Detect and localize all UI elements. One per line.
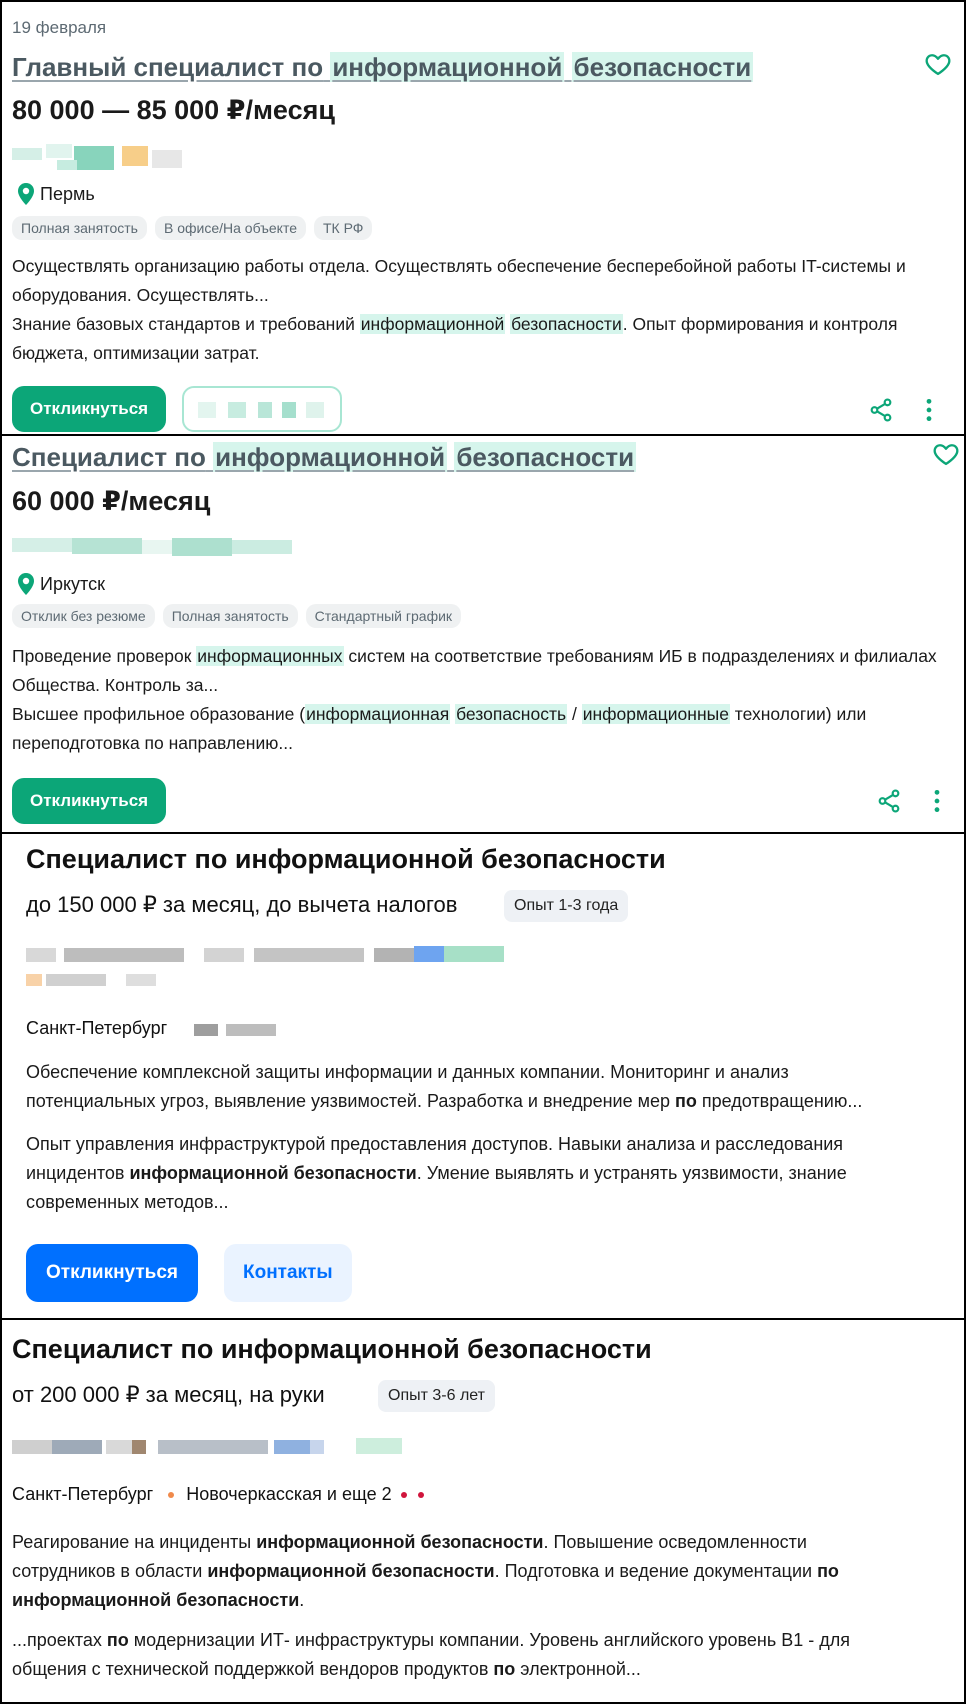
respond-button[interactable]: Откликнуться [26, 1244, 198, 1302]
desc-line: Высшее профильное образование (информаци… [12, 704, 867, 724]
title-highlight: безопасности [454, 442, 637, 472]
contacts-button[interactable]: Контакты [224, 1244, 352, 1302]
desc-line: общения с технической поддержкой вендоро… [12, 1659, 641, 1679]
salary: 60 000 ₽/месяц [12, 486, 211, 516]
metro-station[interactable]: Новочеркасская и еще 2 [186, 1484, 391, 1504]
contacts-button-blurred[interactable] [182, 386, 342, 432]
vacancy-card-4: Специалист по информационной безопасност… [0, 1318, 966, 1704]
salary: до 150 000 ₽ за месяц, до вычета налогов [26, 892, 458, 917]
metro-line-dot [168, 1492, 175, 1499]
vacancy-description: Проведение проверок информационных систе… [12, 642, 960, 758]
vacancy-title[interactable]: Специалист по информационной безопасност… [12, 1334, 652, 1365]
city: Санкт-Петербург [12, 1484, 154, 1504]
more-vertical-icon[interactable] [916, 397, 942, 423]
desc-line: информационной безопасности. [12, 1590, 305, 1610]
company-name-blurred[interactable] [26, 946, 526, 994]
desc-line: Знание базовых стандартов и требований и… [12, 314, 898, 334]
desc-line: бюджета, оптимизации затрат. [12, 343, 260, 363]
desc-line: инцидентов информационной безопасности. … [26, 1163, 847, 1183]
city: Санкт-Петербург [26, 1018, 168, 1038]
desc-line: Общества. Контроль за... [12, 675, 219, 695]
experience-badge: Опыт 3-6 лет [378, 1380, 495, 1412]
location-line: Санкт-Петербург Новочеркасская и еще 2 [12, 1484, 424, 1505]
tag: Полная занятость [12, 216, 147, 240]
desc-line: сотрудников в области информационной без… [12, 1561, 839, 1581]
metro-line-dot [400, 1492, 407, 1499]
company-logo-blurred[interactable] [12, 144, 184, 174]
desc-line: Опыт управления инфраструктурой предоста… [26, 1134, 844, 1154]
map-pin-icon [18, 573, 34, 595]
vacancy-requirements: Опыт управления инфраструктурой предоста… [26, 1130, 956, 1217]
tags: Полная занятость В офисе/На объекте ТК Р… [12, 216, 373, 240]
vacancy-description: Осуществлять организацию работы отдела. … [12, 252, 960, 368]
city: Иркутск [40, 574, 105, 594]
experience-badge: Опыт 1-3 года [504, 890, 629, 922]
more-vertical-icon[interactable] [924, 788, 950, 814]
address-blurred [194, 1024, 284, 1038]
desc-line: оборудования. Осуществлять... [12, 285, 269, 305]
heart-outline-icon[interactable] [924, 50, 952, 78]
company-name-blurred[interactable] [12, 1438, 412, 1456]
respond-button[interactable]: Откликнуться [12, 778, 167, 824]
tag: В офисе/На объекте [154, 216, 306, 240]
vacancy-description: Реагирование на инциденты информационной… [12, 1528, 956, 1615]
desc-line: Обеспечение комплексной защиты информаци… [26, 1062, 789, 1082]
heart-outline-icon[interactable] [932, 440, 960, 468]
title-text: Специалист по [12, 442, 206, 472]
vacancy-title[interactable]: Специалист по информационной безопасност… [26, 844, 666, 875]
title-highlight: информационной [330, 52, 565, 82]
share-icon[interactable] [876, 788, 902, 814]
company-name-blurred[interactable] [12, 536, 296, 558]
tag: Отклик без резюме [12, 604, 155, 628]
map-pin-icon [18, 183, 34, 205]
city: Пермь [40, 184, 95, 204]
title-highlight: информационной [213, 442, 448, 472]
vacancy-requirements: ...проектах по модернизации ИТ- инфрастр… [12, 1626, 956, 1684]
salary: 80 000 — 85 000 ₽/месяц [12, 95, 335, 125]
title-text: Главный специалист по [12, 52, 324, 82]
vacancy-card-1: 19 февраля Главный специалист по информа… [0, 0, 966, 436]
metro-line-dot [417, 1492, 424, 1499]
vacancy-card-2: Специалист по информационной безопасност… [0, 434, 966, 834]
vacancy-card-3: Специалист по информационной безопасност… [0, 832, 966, 1320]
salary: от 200 000 ₽ за месяц, на руки [12, 1382, 325, 1407]
vacancy-title[interactable]: Главный специалист по информационной без… [12, 52, 754, 83]
tags: Отклик без резюме Полная занятость Станд… [12, 604, 462, 628]
vacancy-description: Обеспечение комплексной защиты информаци… [26, 1058, 956, 1116]
tag: Полная занятость [162, 604, 298, 628]
desc-line: ...проектах по модернизации ИТ- инфрастр… [12, 1630, 850, 1650]
tag: Стандартный график [305, 604, 462, 628]
vacancy-title[interactable]: Специалист по информационной безопасност… [12, 442, 637, 473]
desc-line: современных методов... [26, 1192, 229, 1212]
desc-line: Реагирование на инциденты информационной… [12, 1532, 807, 1552]
desc-line: Проведение проверок информационных систе… [12, 646, 937, 666]
share-icon[interactable] [868, 397, 894, 423]
respond-button[interactable]: Откликнуться [12, 386, 167, 432]
tag: ТК РФ [313, 216, 373, 240]
publish-date: 19 февраля [12, 18, 107, 37]
desc-line: переподготовка по направлению... [12, 733, 293, 753]
desc-line: Осуществлять организацию работы отдела. … [12, 256, 906, 276]
title-highlight: безопасности [571, 52, 754, 82]
desc-line: потенциальных угроз, выявление уязвимост… [26, 1091, 863, 1111]
